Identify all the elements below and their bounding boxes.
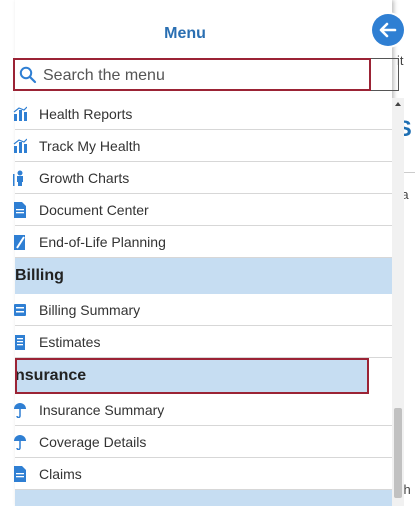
arrow-left-icon <box>379 22 397 38</box>
menu-item-growth-charts[interactable]: Growth Charts <box>13 162 392 194</box>
menu-item-label: Track My Health <box>39 137 141 154</box>
document-icon <box>14 202 26 218</box>
menu-item-insurance-summary[interactable]: Insurance Summary <box>14 394 392 426</box>
section-title: nsurance <box>15 367 87 384</box>
estimate-icon <box>15 335 25 350</box>
growth-person-icon <box>13 170 23 186</box>
menu-item-label: Coverage Details <box>39 433 147 450</box>
umbrella-icon <box>14 435 26 450</box>
menu-title: Menu <box>164 25 206 42</box>
section-header-billing: Billing <box>15 258 392 294</box>
menu-item-label: Insurance Summary <box>39 401 165 418</box>
section-header-insurance: nsurance <box>15 358 369 394</box>
search-input[interactable] <box>41 64 365 88</box>
menu-item-label: Health Reports <box>39 105 133 122</box>
menu-item-label: Billing Summary <box>39 301 141 318</box>
menu-item-estimates[interactable]: Estimates <box>15 326 392 358</box>
menu-item-label: Claims <box>39 465 82 482</box>
menu-item-label: Growth Charts <box>39 169 130 186</box>
document-icon <box>14 466 26 482</box>
menu-item-label: End-of-Life Planning <box>39 233 166 250</box>
menu-item-end-of-life-planning[interactable]: End-of-Life Planning <box>14 226 392 258</box>
back-button[interactable] <box>372 14 404 46</box>
billing-icon <box>14 304 26 316</box>
bar-chart-icon <box>13 106 27 121</box>
search-icon <box>19 66 37 84</box>
menu-drawer: Menu Health Reports Track My Health <box>13 0 404 506</box>
menu-item-track-my-health[interactable]: Track My Health <box>13 130 392 162</box>
menu-item-health-reports[interactable]: Health Reports <box>13 98 392 130</box>
umbrella-icon <box>14 403 26 418</box>
menu-item-document-center[interactable]: Document Center <box>14 194 392 226</box>
scroll-up-arrow-icon[interactable] <box>395 102 401 106</box>
bar-chart-icon <box>13 138 27 153</box>
search-box[interactable] <box>13 58 371 91</box>
scrollbar[interactable] <box>392 98 404 506</box>
drawer-header: Menu <box>15 0 392 62</box>
menu-item-label: Document Center <box>39 201 149 218</box>
menu-item-label: Estimates <box>39 333 101 350</box>
scrollbar-thumb[interactable] <box>394 408 402 498</box>
menu-item-coverage-details[interactable]: Coverage Details <box>14 426 392 458</box>
menu-item-billing-summary[interactable]: Billing Summary <box>14 294 392 326</box>
menu-item-claims[interactable]: Claims <box>14 458 392 490</box>
section-title: Billing <box>15 267 64 284</box>
menu-list: Health Reports Track My Health Growth Ch… <box>13 98 392 506</box>
section-header-next <box>15 490 392 506</box>
pen-document-icon <box>14 235 25 250</box>
